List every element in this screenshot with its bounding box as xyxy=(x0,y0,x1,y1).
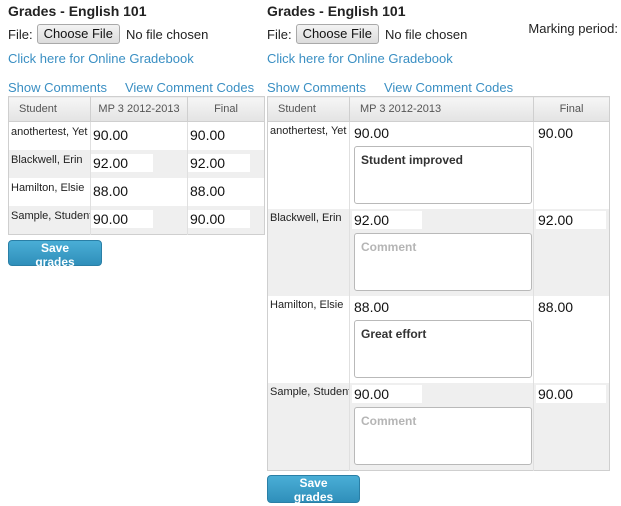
comment-textarea[interactable] xyxy=(354,233,532,291)
mp3-grade-input[interactable] xyxy=(91,154,153,172)
grades-table: Student MP 3 2012-2013 Final anothertest… xyxy=(267,96,610,471)
comment-links: Show Comments View Comment Codes xyxy=(8,80,266,96)
grades-table: Student MP 3 2012-2013 Final anothertest… xyxy=(8,96,265,235)
comment-textarea[interactable]: Great effort xyxy=(354,320,532,378)
final-grade-input[interactable] xyxy=(188,126,250,144)
comment-textarea[interactable] xyxy=(354,407,532,465)
final-grade-input[interactable] xyxy=(188,154,250,172)
mp3-grade-input[interactable] xyxy=(91,126,153,144)
table-row: Blackwell, Erin xyxy=(8,150,265,178)
student-name: Hamilton, Elsie xyxy=(267,296,350,383)
view-comment-codes-link[interactable]: View Comment Codes xyxy=(384,80,513,95)
file-label: File: xyxy=(8,26,33,42)
table-row: Sample, Student xyxy=(267,383,610,471)
mp3-grade-input[interactable] xyxy=(352,124,422,142)
show-comments-link[interactable]: Show Comments xyxy=(267,80,366,95)
mp3-grade-input[interactable] xyxy=(352,211,422,229)
column-header-student: Student xyxy=(8,96,91,122)
mp3-grade-input[interactable] xyxy=(91,182,153,200)
table-row: anothertest, Yet xyxy=(8,121,265,150)
student-name: Blackwell, Erin xyxy=(8,150,91,178)
show-comments-link[interactable]: Show Comments xyxy=(8,80,107,95)
student-name: Sample, Student xyxy=(267,383,350,471)
final-grade-input[interactable] xyxy=(536,124,606,142)
mp3-grade-input[interactable] xyxy=(352,298,422,316)
grades-panel-compact: Grades - English 101 File: Choose File N… xyxy=(8,0,266,271)
online-gradebook-link[interactable]: Click here for Online Gradebook xyxy=(267,51,621,67)
column-header-mp3: MP 3 2012-2013 xyxy=(349,96,534,122)
table-row: Hamilton, Elsie Great effort xyxy=(267,296,610,383)
student-name: Hamilton, Elsie xyxy=(8,178,91,206)
save-grades-button[interactable]: Save grades xyxy=(267,475,360,504)
choose-file-button[interactable]: Choose File xyxy=(295,24,379,44)
page-title: Grades - English 101 xyxy=(267,3,406,19)
file-upload-row: File: Choose File No file chosen xyxy=(8,23,266,45)
page-title: Grades - English 101 xyxy=(8,3,147,19)
table-row: Blackwell, Erin xyxy=(267,209,610,296)
no-file-chosen-text: No file chosen xyxy=(384,26,468,42)
comment-textarea[interactable]: Student improved xyxy=(354,146,532,204)
final-grade-input[interactable] xyxy=(188,182,250,200)
final-grade-input[interactable] xyxy=(188,210,250,228)
choose-file-button[interactable]: Choose File xyxy=(36,24,120,44)
student-name: Blackwell, Erin xyxy=(267,209,350,296)
column-header-final: Final xyxy=(187,96,265,122)
file-label: File: xyxy=(267,26,292,42)
save-grades-button[interactable]: Save grades xyxy=(8,240,102,269)
student-name: anothertest, Yet xyxy=(8,121,91,150)
final-grade-input[interactable] xyxy=(536,211,606,229)
table-row: Sample, Student xyxy=(8,206,265,235)
mp3-grade-input[interactable] xyxy=(352,385,422,403)
comment-links: Show Comments View Comment Codes xyxy=(267,80,621,96)
no-file-chosen-text: No file chosen xyxy=(125,26,209,42)
column-header-final: Final xyxy=(533,96,610,122)
mp3-grade-input[interactable] xyxy=(91,210,153,228)
final-grade-input[interactable] xyxy=(536,298,606,316)
grades-panel-with-comments: Grades - English 101 File: Choose File N… xyxy=(267,0,621,506)
student-name: anothertest, Yet xyxy=(267,121,350,209)
online-gradebook-link[interactable]: Click here for Online Gradebook xyxy=(8,51,266,67)
table-row: Hamilton, Elsie xyxy=(8,178,265,206)
student-name: Sample, Student xyxy=(8,206,91,235)
column-header-mp3: MP 3 2012-2013 xyxy=(90,96,188,122)
column-header-student: Student xyxy=(267,96,350,122)
marking-period-label: Marking period: xyxy=(528,21,618,36)
view-comment-codes-link[interactable]: View Comment Codes xyxy=(125,80,254,95)
final-grade-input[interactable] xyxy=(536,385,606,403)
table-row: anothertest, Yet Student improved xyxy=(267,121,610,209)
